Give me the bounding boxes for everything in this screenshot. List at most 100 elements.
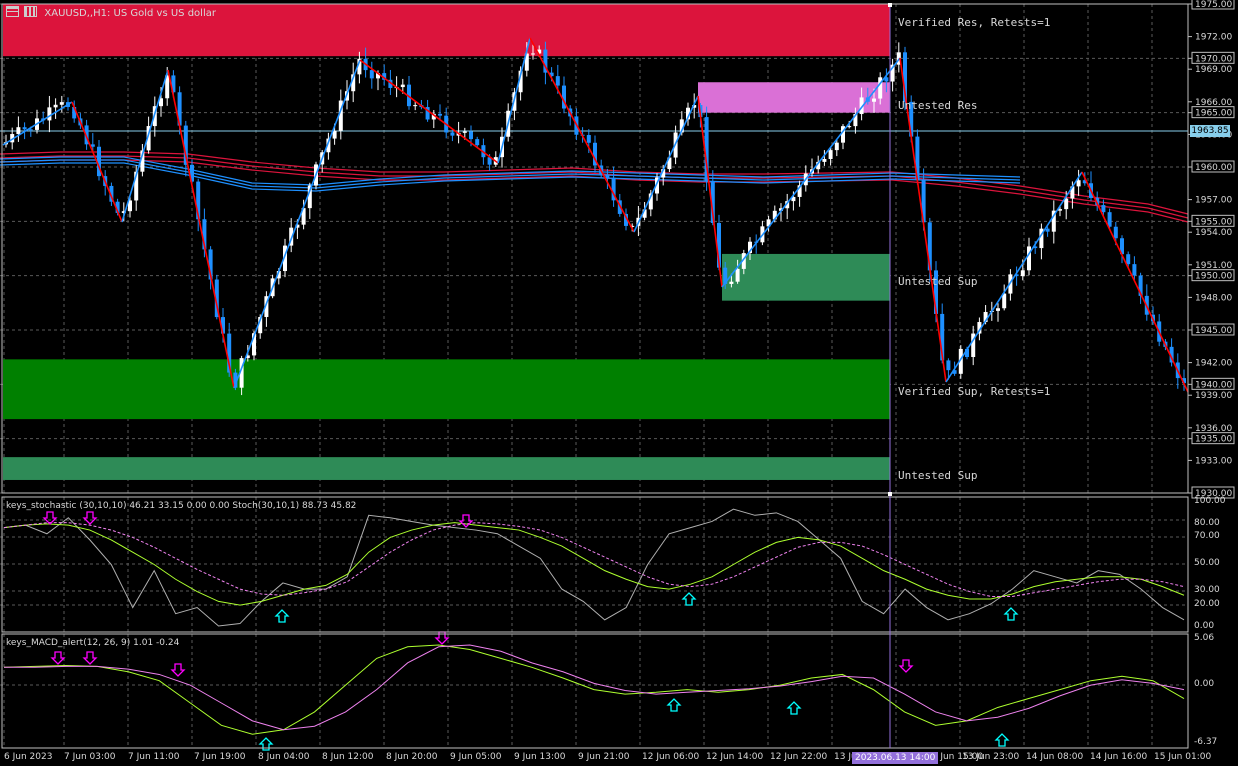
macd-signal-line <box>4 644 1185 731</box>
chart-canvas[interactable]: 1975.001972.001970.001969.001966.001965.… <box>0 0 1238 766</box>
candle-body <box>438 113 442 116</box>
macd-main-line <box>3 644 1185 735</box>
candle-body <box>605 174 610 178</box>
zigzag <box>2 37 1189 393</box>
zigzag-segment <box>2 101 73 146</box>
time-label: 15 Jun 01:00 <box>1154 752 1212 762</box>
arrow-down-icon <box>898 659 914 673</box>
axis-tick-label: 1942.00 <box>1195 359 1232 369</box>
candle-body <box>828 150 833 160</box>
zigzag-segment <box>167 69 235 389</box>
candles[interactable] <box>4 41 1186 396</box>
candle-body <box>1027 246 1031 271</box>
time-label: 12 Jun 22:00 <box>770 752 828 762</box>
candle-body <box>555 76 560 86</box>
arrow-up-icon <box>274 609 290 623</box>
candle-body <box>531 53 535 55</box>
axis-tick-label: 1948.00 <box>1195 293 1232 303</box>
candle-body <box>22 127 27 130</box>
zone-label-untested-sup-1: Untested Sup <box>898 275 978 288</box>
zigzag-segment <box>121 69 169 223</box>
axis-tick-label: 1939.00 <box>1195 391 1232 401</box>
zigzag-segment <box>1081 171 1189 393</box>
time-label: 12 Jun 14:00 <box>706 752 764 762</box>
zigzag-segment <box>233 59 361 389</box>
candle-body <box>822 159 827 162</box>
macd-lines <box>3 644 1185 735</box>
axis-tick-label: 1935.00 <box>1195 435 1232 445</box>
candle-body <box>450 132 455 136</box>
axis-tick-label: 1945.00 <box>1195 326 1232 336</box>
chart-bar-icon[interactable] <box>24 6 38 17</box>
candle-body <box>872 98 876 102</box>
stoch-tick-30: 30.00 <box>1194 585 1220 595</box>
time-label: 6 Jun 2023 <box>4 752 53 762</box>
time-label: 13 Jun 23:00 <box>962 752 1020 762</box>
candle-body <box>1064 198 1069 210</box>
axis-tick-label: 1975.00 <box>1195 0 1232 10</box>
axis-tick-label: 1940.00 <box>1195 380 1232 390</box>
zone-rect <box>3 457 890 480</box>
axis-tick-label: 1970.00 <box>1195 54 1232 64</box>
candle-body <box>16 127 21 135</box>
zone-rect <box>3 359 890 420</box>
stoch-tick-50: 50.00 <box>1194 558 1220 568</box>
axis-tick-label: 1954.00 <box>1195 228 1232 238</box>
cursor-handle <box>888 492 892 496</box>
stoch-tick-70: 70.00 <box>1194 531 1220 541</box>
macd-tick-zero: 0.00 <box>1194 679 1215 689</box>
time-label: 7 Jun 11:00 <box>128 752 180 762</box>
arrow-up-icon <box>1003 607 1019 621</box>
time-label: 7 Jun 03:00 <box>64 752 116 762</box>
arrow-down-icon <box>458 514 474 528</box>
bid-price-badge: 1963.85 <box>1190 125 1230 137</box>
time-label: 8 Jun 12:00 <box>322 752 374 762</box>
chart-title: XAUUSD,,H1: US Gold vs US dollar <box>6 6 216 19</box>
axis-tick-label: 1933.00 <box>1195 456 1232 466</box>
axis-tick-label: 1950.00 <box>1195 272 1232 282</box>
zone-label-verified-sup: Verified Sup, Retests=1 <box>898 385 1051 398</box>
candle-body <box>462 131 467 133</box>
macd-tick-max: 5.06 <box>1194 633 1215 643</box>
axis-tick-label: 1955.00 <box>1195 217 1232 227</box>
candle-body <box>586 135 591 143</box>
time-label: 9 Jun 21:00 <box>578 752 630 762</box>
axis-tick-label: 1965.00 <box>1195 109 1232 119</box>
time-label: 9 Jun 05:00 <box>450 752 502 762</box>
time-label: 12 Jun 06:00 <box>642 752 700 762</box>
chart-table-icon[interactable] <box>6 6 19 17</box>
arrow-down-icon <box>50 651 66 665</box>
candle-body <box>90 144 95 147</box>
zone-rect <box>722 253 890 301</box>
pane-border <box>1 3 1189 494</box>
stoch-tick-0: 0.00 <box>1194 621 1215 631</box>
axis-tick-label: 1972.00 <box>1195 33 1232 43</box>
arrow-down-icon <box>82 511 98 525</box>
candle-body <box>729 281 734 284</box>
zone-label-verified-res: Verified Res, Retests=1 <box>898 16 1051 29</box>
time-label: 8 Jun 20:00 <box>386 752 438 762</box>
axis-tick-label: 1960.00 <box>1195 163 1232 173</box>
macd-label: keys_MACD_alert(12, 26, 9) 1.01 -0.24 <box>6 638 180 648</box>
zigzag-segment <box>529 37 635 233</box>
candle-body <box>413 105 418 107</box>
signal-arrows <box>42 511 1019 751</box>
stoch-tick-80: 80.00 <box>1194 518 1220 528</box>
candle-body <box>469 131 473 140</box>
arrow-down-icon <box>82 651 98 665</box>
macd-tick-min: -6.37 <box>1194 737 1218 747</box>
price-axis: 1975.001972.001970.001969.001966.001965.… <box>1188 0 1235 499</box>
time-label: 7 Jun 19:00 <box>194 752 246 762</box>
zigzag-segment <box>633 95 699 233</box>
stoch-main-line <box>3 508 1185 627</box>
candle-body <box>1020 270 1025 277</box>
zigzag-segment <box>697 95 723 288</box>
arrow-up-icon <box>681 592 697 606</box>
arrow-up-icon <box>786 701 802 715</box>
candle-body <box>1002 293 1007 309</box>
candle-body <box>1126 254 1131 265</box>
stochastic-lines <box>3 508 1185 627</box>
candle-body <box>47 107 52 121</box>
candle-body <box>400 84 405 88</box>
stoch-dotted-line <box>3 522 1185 597</box>
